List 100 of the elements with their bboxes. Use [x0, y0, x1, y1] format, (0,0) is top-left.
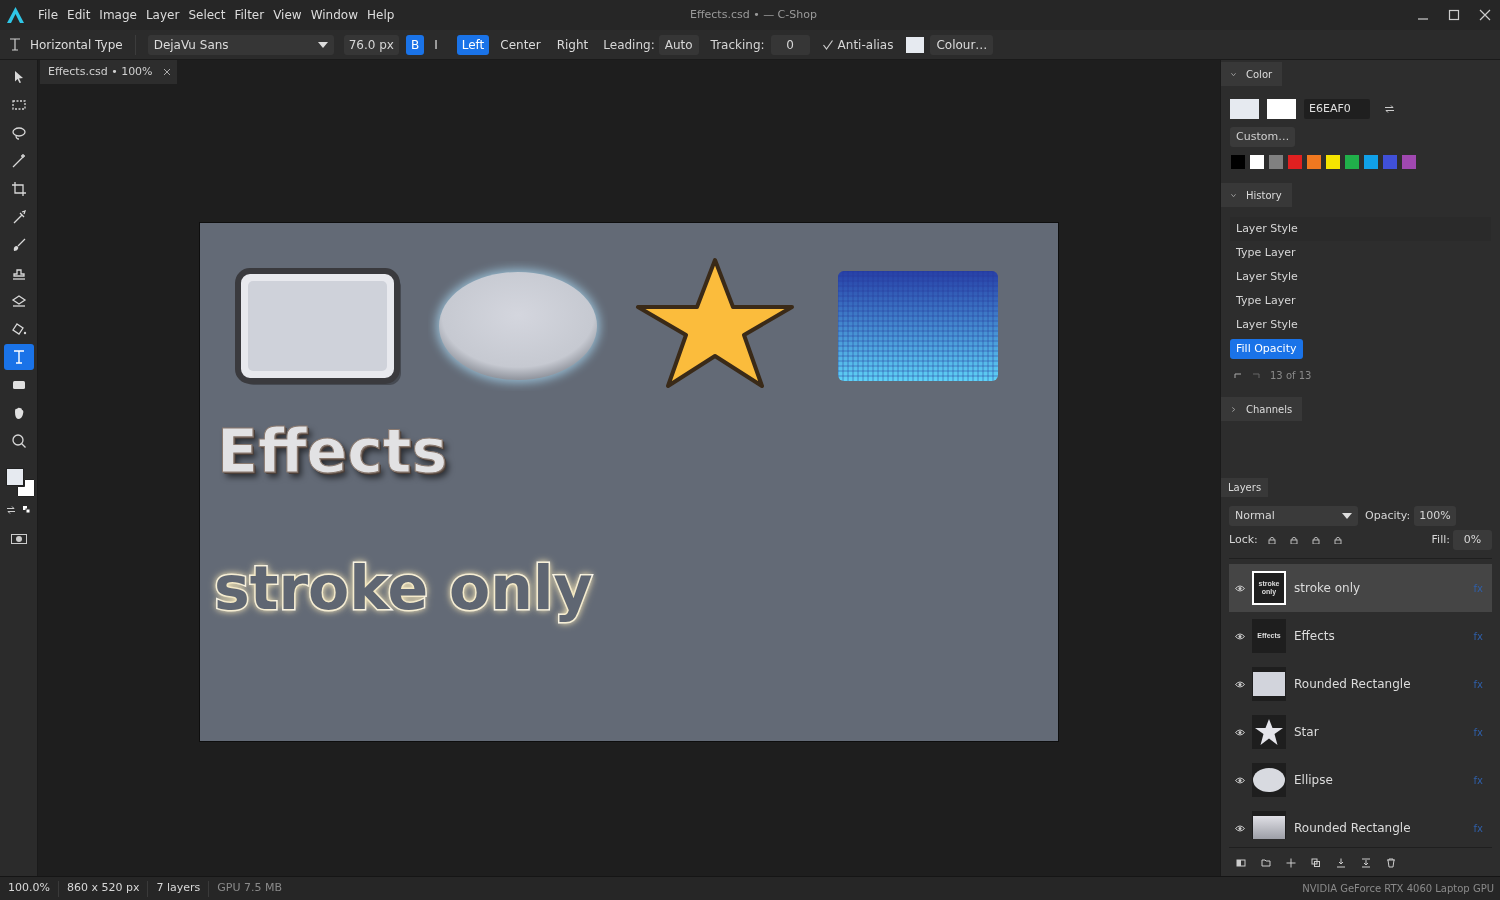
history-item[interactable]: Type Layer — [1230, 291, 1302, 311]
mask-icon[interactable] — [1236, 858, 1246, 868]
panel-header-tab[interactable]: History — [1221, 183, 1292, 207]
menu-item[interactable]: Help — [362, 6, 399, 24]
eye-icon[interactable] — [1235, 680, 1245, 688]
eye-icon[interactable] — [1235, 584, 1245, 592]
color-swatch[interactable] — [1269, 155, 1283, 169]
close-icon[interactable] — [1479, 9, 1491, 21]
eye-icon[interactable] — [1235, 776, 1245, 784]
color-swatch[interactable] — [1307, 155, 1321, 169]
folder-icon[interactable] — [1261, 858, 1271, 868]
color-swatch[interactable] — [1402, 155, 1416, 169]
style-toggle-button[interactable]: I — [429, 34, 443, 55]
swap-icon[interactable] — [7, 506, 15, 514]
layer-row[interactable]: Rounded Rectangle fx — [1229, 660, 1492, 708]
chevron-right-icon — [1231, 406, 1236, 412]
style-toggle-button[interactable]: B — [405, 34, 425, 55]
eraser-icon — [10, 293, 27, 309]
swap-icon[interactable] — [1385, 105, 1394, 113]
text-color-swatch[interactable] — [906, 36, 925, 53]
document-tab-label: Effects.csd • 100% — [48, 63, 153, 80]
caret-icon — [317, 41, 328, 48]
fill-field[interactable]: 0% — [1453, 530, 1492, 550]
maximize-icon[interactable] — [1448, 9, 1460, 21]
canvas-text[interactable]: stroke only — [204, 541, 603, 636]
panel-header-tab[interactable]: Channels — [1221, 397, 1303, 421]
foreground-color-swatch[interactable] — [1230, 99, 1259, 119]
canvas-size-label: 860 x 520 px — [65, 880, 141, 897]
font-size-field[interactable]: 76.0 px — [343, 34, 399, 55]
canvas-text[interactable]: Effects — [217, 421, 448, 481]
checkbox-label: Anti-alias — [837, 36, 894, 54]
window-title: Effects.csd • — C-Shop — [690, 7, 817, 23]
star[interactable] — [634, 257, 796, 389]
menu-item[interactable]: Edit — [63, 6, 95, 24]
layer-name: Ellipse — [1294, 772, 1333, 789]
menu-item[interactable]: Window — [306, 6, 362, 24]
menu-item[interactable]: View — [269, 6, 306, 24]
chevron-down-icon — [1231, 71, 1236, 77]
lock-icon[interactable] — [1289, 536, 1298, 544]
close-icon[interactable] — [162, 68, 171, 76]
tool-button[interactable] — [3, 344, 34, 370]
align-button[interactable]: Right — [551, 34, 594, 55]
history-item[interactable]: Layer Style — [1230, 219, 1304, 239]
align-button[interactable]: Left — [456, 34, 490, 55]
layer-row[interactable]: Star fx — [1229, 708, 1492, 756]
color-swatch[interactable] — [1231, 155, 1245, 169]
merge-down-icon[interactable] — [1336, 858, 1346, 868]
lock-icon[interactable] — [1333, 536, 1342, 544]
tracking-field[interactable]: 0 — [770, 34, 810, 55]
lock-icon[interactable] — [1267, 536, 1276, 544]
panel-header-tab[interactable]: Layers — [1221, 478, 1269, 497]
color-swatch[interactable] — [1383, 155, 1397, 169]
reset-colors-icon[interactable] — [23, 506, 30, 513]
color-swatch[interactable] — [1345, 155, 1359, 169]
eye-icon[interactable] — [1235, 632, 1245, 640]
tool-name-label: Horizontal Type — [30, 36, 123, 54]
colour-button[interactable]: Colour… — [930, 34, 994, 55]
history-position-label: 13 of 13 — [1270, 369, 1312, 383]
history-item[interactable]: Fill Opacity — [1230, 339, 1303, 359]
gradient-rectangle[interactable] — [838, 271, 998, 381]
font-dropdown[interactable]: DejaVu Sans — [147, 34, 334, 55]
blend-mode-dropdown[interactable]: Normal — [1229, 506, 1358, 526]
history-item[interactable]: Layer Style — [1230, 315, 1304, 335]
quick-mask-icon[interactable] — [10, 534, 27, 544]
magic-wand-icon — [10, 153, 27, 169]
opacity-field[interactable]: 100% — [1414, 506, 1456, 526]
plus-icon[interactable] — [1286, 858, 1296, 868]
hex-field[interactable]: E6EAF0 — [1304, 99, 1370, 119]
layer-row[interactable]: Rounded Rectangle fx — [1229, 804, 1492, 839]
undo-icon[interactable] — [1234, 372, 1242, 379]
leading-field[interactable]: Auto — [658, 34, 699, 55]
paint-bucket-icon — [10, 321, 27, 337]
menu-item[interactable]: Image — [95, 6, 141, 24]
checkbox[interactable] — [821, 38, 834, 51]
document-canvas[interactable]: Effects stroke only — [199, 222, 1059, 742]
leading-label: Leading: — [603, 36, 655, 54]
layer-name: Effects — [1294, 628, 1335, 645]
panel-header-tab[interactable]: Color — [1221, 62, 1283, 86]
foreground-color-swatch[interactable] — [5, 468, 24, 486]
trash-icon[interactable] — [1386, 858, 1396, 868]
color-swatch[interactable] — [1288, 155, 1302, 169]
flatten-icon[interactable] — [1361, 858, 1371, 868]
background-color-swatch[interactable] — [1267, 99, 1296, 119]
layer-row[interactable]: Ellipse fx — [1229, 756, 1492, 804]
eye-icon[interactable] — [1235, 728, 1245, 736]
document-tab[interactable]: Effects.csd • 100% — [40, 60, 177, 84]
eye-icon[interactable] — [1235, 824, 1245, 832]
align-button[interactable]: Center — [495, 34, 546, 55]
history-item[interactable]: Type Layer — [1230, 243, 1302, 263]
color-swatch[interactable] — [1250, 155, 1264, 169]
duplicate-icon[interactable] — [1311, 858, 1321, 868]
history-item[interactable]: Layer Style — [1230, 267, 1304, 287]
menu-item[interactable]: Layer — [141, 6, 184, 24]
color-swatch[interactable] — [1326, 155, 1340, 169]
lock-icon[interactable] — [1311, 536, 1320, 544]
menu-item[interactable]: File — [34, 6, 63, 24]
menu-item[interactable]: Select — [184, 6, 230, 24]
menu-item[interactable]: Filter — [230, 6, 269, 24]
custom-button[interactable]: Custom… — [1230, 127, 1296, 147]
color-swatch[interactable] — [1364, 155, 1378, 169]
